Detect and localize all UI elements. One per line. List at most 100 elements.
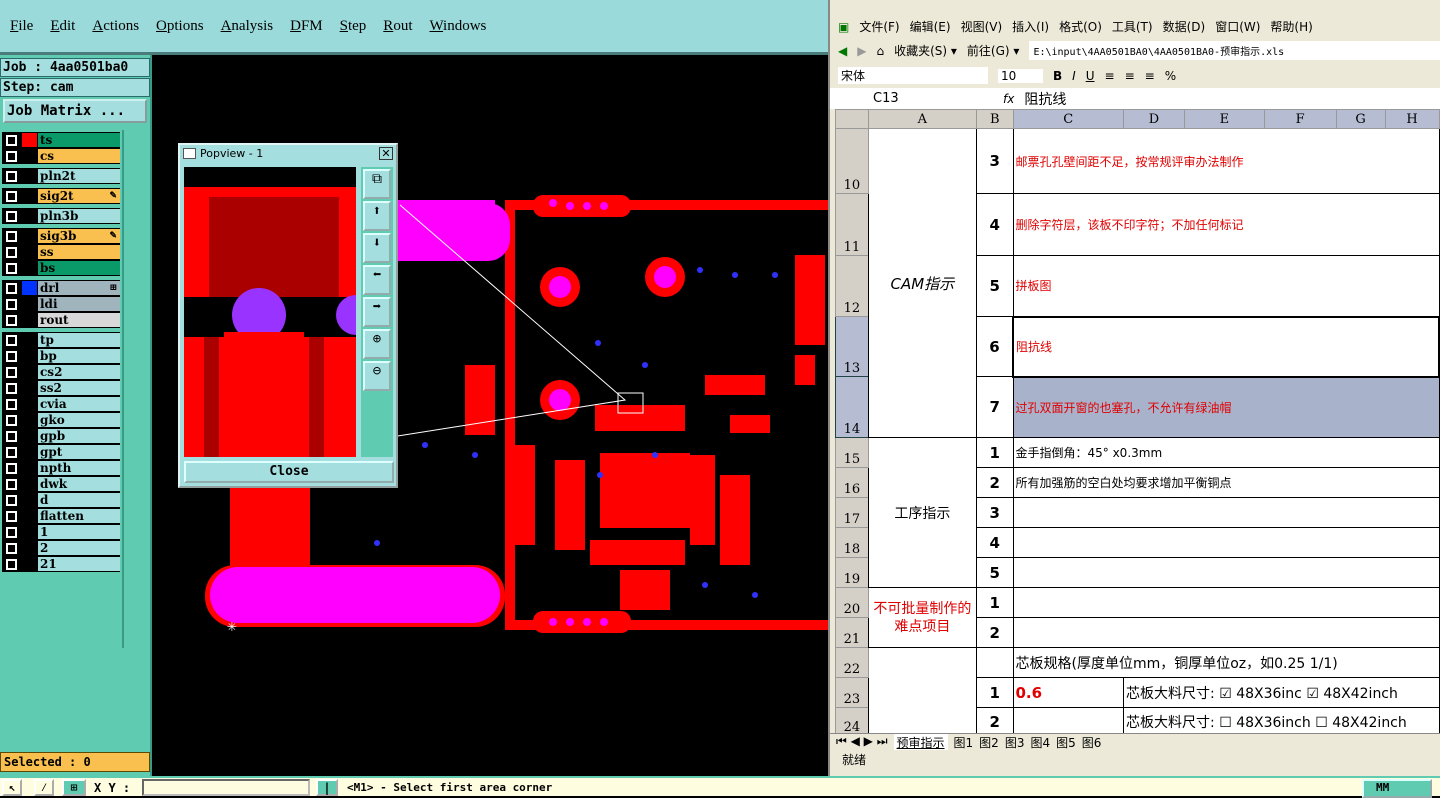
layer-checkbox[interactable] [6, 335, 17, 346]
align-right-icon[interactable]: ≡ [1145, 69, 1155, 83]
layer-row-flatten[interactable]: flatten [2, 508, 120, 524]
layer-name[interactable]: rout [38, 313, 120, 327]
layer-name[interactable]: ldi [38, 297, 120, 311]
layer-name[interactable]: sig2t ✎ [38, 189, 120, 203]
layer-name[interactable]: dwk [38, 477, 120, 491]
xy-input[interactable] [142, 779, 310, 796]
layer-checkbox[interactable] [6, 559, 17, 570]
layer-checkbox[interactable] [6, 479, 17, 490]
layer-row-21[interactable]: 21 [2, 556, 120, 572]
cell-text[interactable]: 删除字符层，该板不印字符；不加任何标记 [1012, 193, 1440, 256]
core-spec-heading[interactable]: 芯板规格(厚度单位mm，铜厚单位oz，如0.25 1/1) [1012, 647, 1440, 678]
sheet-tab[interactable]: 图2 [979, 734, 999, 750]
item-number[interactable]: 2 [975, 707, 1014, 736]
core-thickness[interactable]: 0.6 [1012, 677, 1125, 708]
row-header[interactable]: 18 [835, 527, 869, 558]
col-header-h[interactable]: H [1384, 109, 1440, 129]
excel-menu-window[interactable]: 窗口(W) [1215, 18, 1260, 35]
layer-checkbox[interactable] [6, 351, 17, 362]
layer-row-2[interactable]: 2 [2, 540, 120, 556]
cell-empty[interactable] [1012, 617, 1440, 648]
checkbox-48x42[interactable]: ☐ 48X42inch [1315, 715, 1407, 731]
layer-row-npth[interactable]: npth [2, 460, 120, 476]
sheet-nav-icon[interactable]: ⏮ ◀ ▶ ⏭ [836, 734, 888, 750]
bold-icon[interactable]: B [1053, 69, 1062, 83]
row-header[interactable]: 11 [835, 193, 869, 256]
menu-windows[interactable]: Windows [429, 18, 486, 35]
row-header[interactable]: 17 [835, 497, 869, 528]
item-number[interactable]: 7 [975, 376, 1014, 438]
item-number[interactable]: 1 [975, 587, 1014, 618]
layer-row-ss2[interactable]: ss2 [2, 380, 120, 396]
item-number[interactable]: 4 [975, 527, 1014, 558]
sheet-tab[interactable]: 图1 [954, 734, 974, 750]
italic-icon[interactable]: I [1072, 69, 1076, 83]
layer-name[interactable]: d [38, 493, 120, 507]
layer-row-rout[interactable]: rout [2, 312, 120, 328]
col-header-d[interactable]: D [1123, 109, 1185, 129]
zoom-fit-icon[interactable]: ⧉ [363, 169, 391, 199]
layer-checkbox[interactable] [6, 399, 17, 410]
layer-name[interactable]: tp [38, 333, 120, 347]
pan-up-icon[interactable]: ⬆ [363, 201, 391, 231]
excel-menu-format[interactable]: 格式(O) [1059, 18, 1102, 35]
row-header[interactable]: 21 [835, 617, 869, 648]
layer-row-sig3b[interactable]: sig3b ✎ [2, 228, 120, 244]
section-process[interactable]: 工序指示 [867, 437, 977, 588]
col-header-b[interactable]: B [975, 109, 1014, 129]
address-field[interactable]: E:\input\4AA0501BA0\4AA0501BA0-预审指示.xls [1029, 41, 1440, 60]
excel-menu-data[interactable]: 数据(D) [1163, 18, 1206, 35]
grid-icon[interactable]: ⊞ [62, 779, 86, 796]
item-number[interactable]: 5 [975, 255, 1014, 317]
layer-row-gpt[interactable]: gpt [2, 444, 120, 460]
layer-name[interactable]: cvia [38, 397, 120, 411]
layer-row-sig2t[interactable]: sig2t ✎ [2, 188, 120, 204]
menu-step[interactable]: Step [340, 18, 367, 35]
sheet-tab[interactable]: 图5 [1056, 734, 1076, 750]
sheet-tab[interactable]: 图3 [1005, 734, 1025, 750]
row-header[interactable]: 10 [835, 128, 869, 194]
layer-name[interactable]: pln3b [38, 209, 120, 223]
row-header[interactable]: 19 [835, 557, 869, 588]
cell-text[interactable] [1012, 557, 1440, 588]
section-hard[interactable]: 不可批量制作的难点项目 [867, 587, 977, 648]
menu-analysis[interactable]: Analysis [221, 18, 274, 35]
cell-empty[interactable] [867, 647, 977, 736]
popview-titlebar[interactable]: Popview - 1 ✕ [180, 145, 396, 163]
layer-name[interactable]: cs [38, 149, 120, 163]
layer-name[interactable]: ss2 [38, 381, 120, 395]
layer-name[interactable]: 21 [38, 557, 120, 571]
layer-checkbox[interactable] [6, 151, 17, 162]
layer-checkbox[interactable] [6, 283, 17, 294]
underline-icon[interactable]: U [1086, 69, 1095, 83]
row-header[interactable]: 20 [835, 587, 869, 618]
layer-checkbox[interactable] [6, 299, 17, 310]
cell-text[interactable]: 邮票孔孔壁间距不足，按常规评审办法制作 [1012, 128, 1440, 194]
row-header[interactable]: 23 [835, 677, 869, 708]
layer-checkbox[interactable] [6, 447, 17, 458]
excel-menu-tools[interactable]: 工具(T) [1112, 18, 1153, 35]
excel-menu-edit[interactable]: 编辑(E) [910, 18, 951, 35]
layer-name[interactable]: gpb [38, 429, 120, 443]
layer-checkbox[interactable] [6, 315, 17, 326]
checkbox-48x42[interactable]: ☑ 48X42inch [1306, 686, 1398, 702]
layer-name[interactable]: drl ⊞ [38, 281, 120, 295]
active-cell[interactable]: 阻抗线 [1012, 315, 1440, 378]
select-all[interactable] [835, 109, 869, 129]
row-header[interactable]: 14 [835, 376, 869, 438]
pan-left-icon[interactable]: ⬅ [363, 265, 391, 295]
col-header-a[interactable]: A [867, 109, 977, 129]
item-number[interactable]: 1 [975, 677, 1014, 708]
layer-checkbox[interactable] [6, 367, 17, 378]
core-size-cell[interactable]: 芯板大料尺寸: ☐ 48X36inch ☐ 48X42inch [1123, 707, 1440, 736]
layer-name[interactable]: bs [38, 261, 120, 275]
layer-name[interactable]: gko [38, 413, 120, 427]
layer-name[interactable]: flatten [38, 509, 120, 523]
sheet-tab[interactable]: 图4 [1030, 734, 1050, 750]
layer-checkbox[interactable] [6, 495, 17, 506]
cell-empty[interactable] [1012, 707, 1125, 736]
job-matrix-button[interactable]: Job Matrix ... [3, 99, 147, 123]
layer-row-dwk[interactable]: dwk [2, 476, 120, 492]
layer-checkbox[interactable] [6, 263, 17, 274]
layer-checkbox[interactable] [6, 383, 17, 394]
